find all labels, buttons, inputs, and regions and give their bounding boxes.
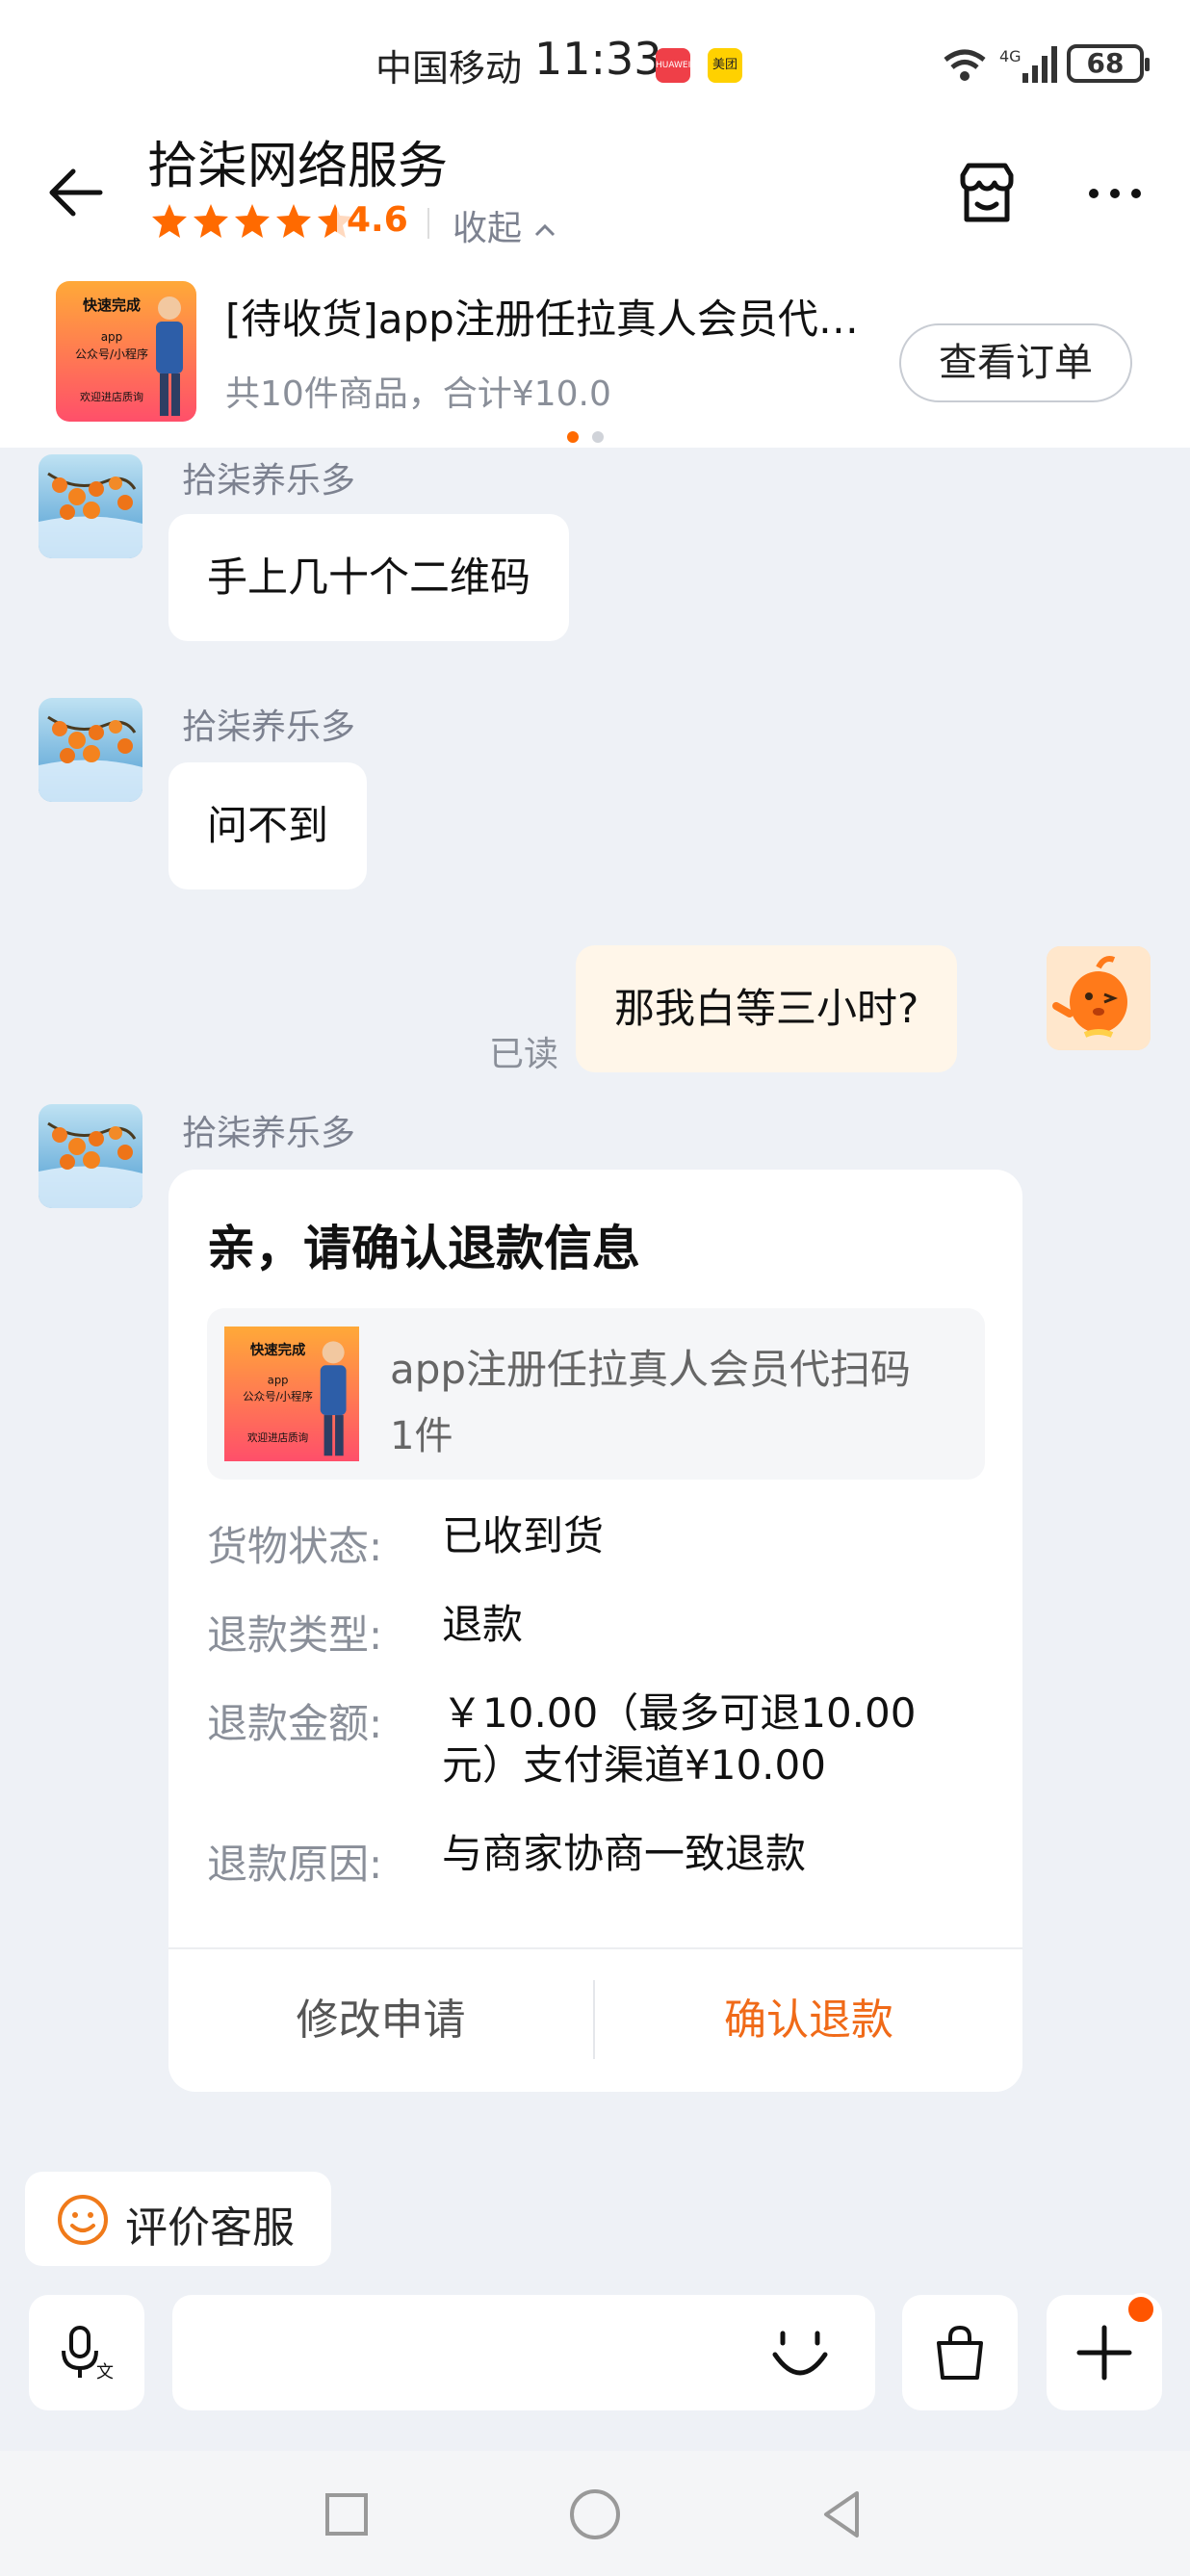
rating-stars — [150, 202, 357, 241]
refund-reason-label: 退款原因: — [207, 1841, 383, 1888]
thumb-line-1: 快速完成 — [250, 1341, 306, 1358]
battery-indicator: 68 — [1067, 44, 1150, 83]
refund-amount-value: ￥10.00（最多可退10.00元）支付渠道¥10.00 — [442, 1689, 917, 1789]
view-order-button[interactable]: 查看订单 — [899, 323, 1132, 402]
system-navigation-bar — [0, 2451, 1190, 2576]
order-title[interactable]: [待收货]app注册任拉真人会员代扫码 — [225, 287, 870, 346]
status-bar: 中国移动 11:33 HUAWEI 美团 4G 68 — [0, 0, 1190, 125]
plus-icon — [1076, 2325, 1132, 2381]
thumb-line-2: app — [101, 330, 123, 344]
refund-card-title: 亲，请确认退款信息 — [207, 1221, 640, 1276]
orange-tree-avatar-image — [39, 698, 142, 802]
thumb-line-4: 欢迎进店质询 — [80, 390, 143, 403]
rate-service-button[interactable]: 评价客服 — [25, 2172, 331, 2266]
thumb-line-1: 快速完成 — [83, 296, 141, 314]
collapse-label: 收起 — [453, 209, 523, 248]
circle-home-icon[interactable] — [566, 2486, 624, 2543]
store-icon[interactable] — [955, 162, 1019, 225]
signal-wifi-icon: 4G — [944, 46, 1057, 83]
thumb-line-3: 公众号/小程序 — [243, 1390, 313, 1404]
refund-amount-label: 退款金额: — [207, 1700, 383, 1747]
carrier-name: 中国移动 — [375, 47, 523, 90]
voice-input-button[interactable]: 文 — [29, 2295, 144, 2410]
back-arrow-icon[interactable] — [44, 162, 106, 223]
thumb-line-2: app — [268, 1373, 289, 1386]
orange-tree-avatar-image — [39, 454, 142, 558]
rate-service-label: 评价客服 — [125, 2203, 295, 2253]
product-poster-image: 快速完成 app 公众号/小程序 欢迎进店质询 — [224, 1327, 359, 1461]
message-sender: 拾柒养乐多 — [182, 1114, 356, 1153]
meituan-app-icon: 美团 — [708, 48, 742, 83]
seller-avatar[interactable] — [39, 698, 142, 802]
top-area: 中国移动 11:33 HUAWEI 美团 4G 68 拾柒网络服务 4.6 收起… — [0, 0, 1190, 448]
thumb-line-4: 欢迎进店质询 — [247, 1431, 308, 1444]
microphone-translate-icon: 文 — [62, 2326, 114, 2382]
collapse-toggle[interactable]: 收起 — [453, 200, 557, 250]
rating-value: 4.6 — [347, 200, 408, 240]
star-icon — [235, 204, 270, 238]
read-status: 已读 — [489, 1035, 559, 1074]
message-bubble[interactable]: 手上几十个二维码 — [168, 514, 570, 641]
smile-icon — [58, 2195, 108, 2245]
svg-text:文: 文 — [96, 2362, 114, 2382]
message-sender: 拾柒养乐多 — [182, 708, 356, 747]
refund-confirm-card: 亲，请确认退款信息 快速完成 app 公众号/小程序 欢迎进店质询 app注册任… — [168, 1170, 1022, 2092]
seller-avatar[interactable] — [39, 454, 142, 558]
goods-status-value: 已收到货 — [442, 1512, 605, 1559]
product-poster-image: 快速完成 app 公众号/小程序 欢迎进店质询 — [56, 281, 196, 422]
star-icon — [152, 204, 187, 238]
seller-avatar[interactable] — [39, 1104, 142, 1208]
carousel-indicator — [567, 431, 617, 443]
more-options-icon[interactable] — [1086, 179, 1144, 208]
chevron-up-icon — [535, 223, 556, 237]
refund-type-value: 退款 — [442, 1601, 524, 1648]
refund-product-box[interactable]: 快速完成 app 公众号/小程序 欢迎进店质询 app注册任拉真人会员代扫码 1… — [207, 1308, 985, 1480]
refund-product-thumbnail: 快速完成 app 公众号/小程序 欢迎进店质询 — [224, 1326, 359, 1462]
shopping-bag-icon — [937, 2325, 983, 2380]
star-icon — [194, 204, 228, 238]
message-sender: 拾柒养乐多 — [182, 461, 356, 501]
network-type-label: 4G — [999, 47, 1022, 65]
my-message-bubble[interactable]: 那我白等三小时? — [576, 945, 958, 1072]
modify-request-button[interactable]: 修改申请 — [168, 1949, 593, 2092]
thumb-line-3: 公众号/小程序 — [75, 347, 148, 361]
order-summary: 共10件商品，合计¥10.0 — [225, 374, 611, 414]
header-divider — [427, 208, 429, 239]
refund-type-label: 退款类型: — [207, 1611, 383, 1659]
orange-tree-avatar-image — [39, 1104, 142, 1208]
refund-product-name: app注册任拉真人会员代扫码 — [390, 1346, 912, 1393]
message-input[interactable] — [172, 2295, 875, 2410]
shopping-bag-button[interactable] — [902, 2295, 1018, 2410]
order-product-thumbnail[interactable]: 快速完成 app 公众号/小程序 欢迎进店质询 — [56, 281, 196, 422]
huawei-app-icon: HUAWEI — [656, 48, 690, 83]
refund-reason-value: 与商家协商一致退款 — [442, 1830, 807, 1877]
clock: 11:33 — [534, 33, 662, 85]
carousel-dot-active — [567, 431, 579, 443]
carousel-dot — [592, 431, 604, 443]
goods-status-label: 货物状态: — [207, 1523, 383, 1570]
notification-dot — [1125, 2293, 1157, 2326]
orange-mascot-avatar-image — [1047, 946, 1151, 1050]
shop-name[interactable]: 拾柒网络服务 — [147, 125, 448, 197]
star-icon — [276, 204, 311, 238]
square-icon[interactable] — [318, 2486, 375, 2543]
confirm-refund-button[interactable]: 确认退款 — [595, 1949, 1022, 2092]
emoji-icon[interactable] — [769, 2324, 831, 2385]
my-avatar[interactable] — [1047, 946, 1151, 1050]
triangle-back-icon[interactable] — [815, 2486, 872, 2543]
message-bubble[interactable]: 问不到 — [168, 762, 368, 889]
refund-product-quantity: 1件 — [390, 1414, 453, 1458]
